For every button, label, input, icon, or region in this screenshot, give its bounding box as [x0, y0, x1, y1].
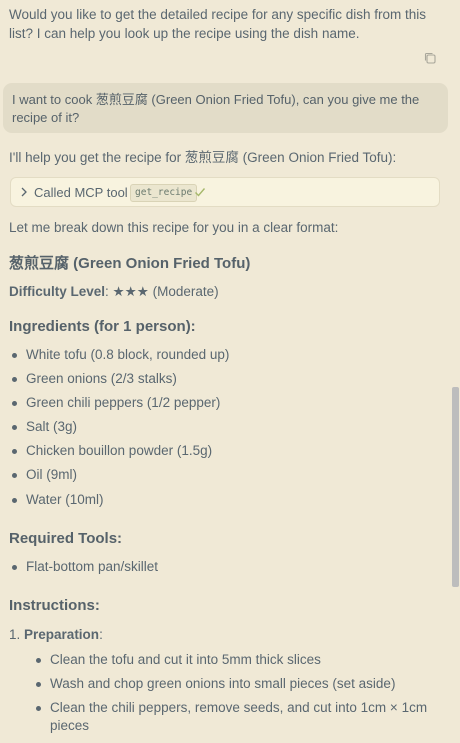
ingredient-item: Green chili peppers (1/2 pepper)	[12, 394, 220, 412]
instruction-step-1: 1. Preparation:	[9, 627, 103, 642]
chat-transcript: Would you like to get the detailed recip…	[0, 0, 450, 743]
check-icon	[195, 188, 206, 197]
breakdown-intro-text: Let me break down this recipe for you in…	[9, 220, 339, 235]
ingredient-item: Chicken bouillon powder (1.5g)	[12, 442, 212, 460]
copy-icon[interactable]	[423, 51, 437, 65]
chevron-right-icon	[21, 187, 27, 197]
difficulty-line: Difficulty Level: ★★★ (Moderate)	[9, 282, 219, 301]
scrollbar-thumb[interactable]	[452, 387, 459, 587]
step-1-label: Preparation	[24, 627, 100, 642]
tool-name-badge: get_recipe	[130, 184, 198, 202]
recipe-title: 葱煎豆腐 (Green Onion Fried Tofu)	[9, 255, 251, 272]
difficulty-label: Difficulty Level	[9, 284, 106, 299]
ingredient-item: Green onions (2/3 stalks)	[12, 370, 177, 388]
tools-heading: Required Tools:	[9, 530, 123, 547]
user-message-text: I want to cook 葱煎豆腐 (Green Onion Fried T…	[12, 92, 420, 125]
ingredient-item: Water (10ml)	[12, 491, 104, 509]
difficulty-value: : ★★★ (Moderate)	[105, 284, 219, 299]
ingredient-item: White tofu (0.8 block, rounded up)	[12, 346, 229, 364]
tool-call-label: Called MCP tool	[34, 185, 128, 200]
ingredients-heading: Ingredients (for 1 person):	[9, 318, 196, 335]
instructions-heading: Instructions:	[9, 597, 100, 614]
step-1-substep: Clean the tofu and cut it into 5mm thick…	[36, 651, 321, 669]
assistant-intro-text: Would you like to get the detailed recip…	[9, 7, 426, 41]
user-message-bubble: I want to cook 葱煎豆腐 (Green Onion Fried T…	[3, 83, 448, 133]
scrollbar-track[interactable]	[451, 0, 460, 743]
assistant-reply-text: I'll help you get the recipe for 葱煎豆腐 (G…	[9, 150, 397, 165]
tool-call-card[interactable]: Called MCP tool get_recipe	[10, 177, 440, 207]
ingredient-item: Salt (3g)	[12, 418, 77, 436]
step-1-substep: Wash and chop green onions into small pi…	[36, 675, 395, 693]
ingredient-item: Oil (9ml)	[12, 466, 77, 484]
step-1-substep: Clean the chili peppers, remove seeds, a…	[36, 699, 435, 735]
tool-item: Flat-bottom pan/skillet	[12, 558, 158, 576]
